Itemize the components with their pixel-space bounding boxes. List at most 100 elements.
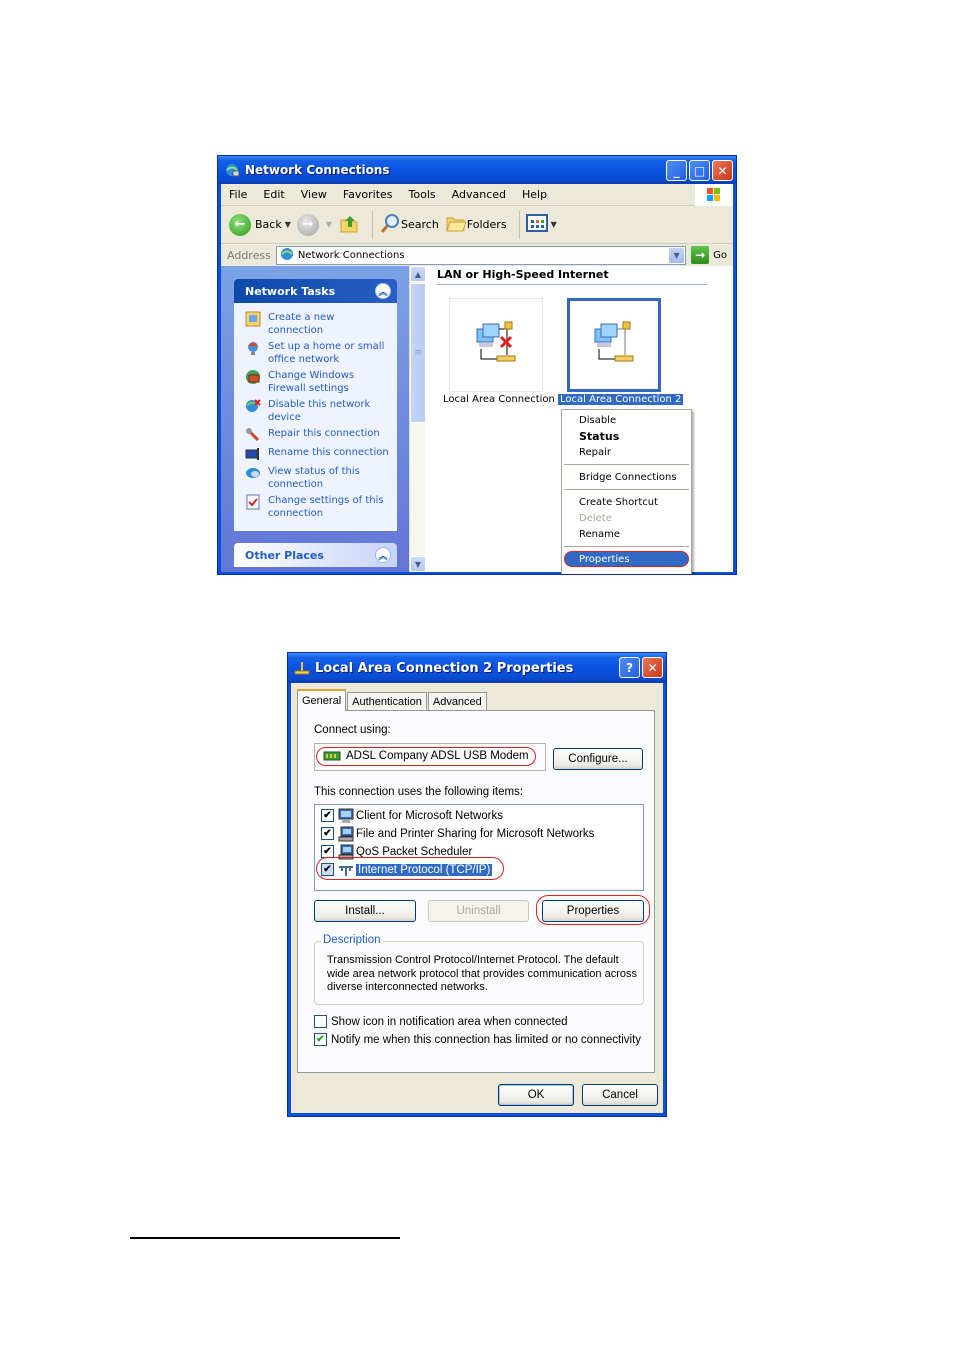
show-icon-option[interactable]: Show icon in notification area when conn…: [314, 1015, 568, 1028]
task-view-status[interactable]: View status of this connection: [245, 465, 391, 491]
ok-button[interactable]: OK: [498, 1084, 574, 1106]
menu-view[interactable]: View: [293, 188, 335, 201]
chevron-down-icon[interactable]: ▼: [326, 220, 332, 229]
help-button[interactable]: ?: [619, 657, 640, 678]
chevron-up-icon: ▲: [414, 269, 422, 279]
tab-general[interactable]: General: [297, 689, 347, 711]
up-folder-icon: [338, 212, 360, 237]
task-home-network[interactable]: Set up a home or small office network: [245, 340, 391, 366]
menu-separator: [564, 489, 689, 490]
menu-item-rename[interactable]: Rename: [562, 526, 691, 542]
components-list[interactable]: ✔ Client for Microsoft Networks ✔ File a…: [314, 804, 644, 891]
menu-advanced[interactable]: Advanced: [444, 188, 514, 201]
search-icon: [379, 212, 401, 237]
list-item-file-printer-sharing[interactable]: ✔ File and Printer Sharing for Microsoft…: [321, 825, 594, 842]
install-button[interactable]: Install...: [314, 900, 416, 922]
group-header: LAN or High-Speed Internet: [437, 268, 707, 285]
task-label: Rename this connection: [268, 447, 389, 458]
dialog-title-bar[interactable]: Local Area Connection 2 Properties ? ✕: [288, 653, 666, 683]
task-label: Disable this network device: [268, 399, 371, 423]
connection-label-lan1[interactable]: Local Area Connection: [443, 394, 555, 405]
menu-file[interactable]: File: [221, 188, 255, 201]
chevron-down-icon[interactable]: ▼: [285, 220, 291, 229]
device-field: ADSL Company ADSL USB Modem: [314, 743, 546, 771]
chevron-down-icon[interactable]: ▼: [551, 220, 557, 229]
go-button[interactable]: → Go: [691, 246, 727, 264]
notify-label: Notify me when this connection has limit…: [331, 1033, 642, 1046]
grip-icon: ≡: [414, 348, 422, 358]
close-icon: ✕: [647, 660, 658, 675]
task-label: Create a new connection: [268, 312, 335, 336]
minimize-button[interactable]: _: [666, 160, 687, 181]
menu-separator: [564, 546, 689, 547]
network-tasks-panel: Network Tasks ︽ Create a new connection …: [234, 279, 397, 531]
menu-favorites[interactable]: Favorites: [335, 188, 401, 201]
task-firewall[interactable]: Change Windows Firewall settings: [245, 369, 391, 395]
folders-button[interactable]: Folders: [445, 212, 507, 237]
search-button[interactable]: Search: [379, 212, 439, 237]
menu-item-bridge-connections[interactable]: Bridge Connections: [562, 469, 691, 485]
task-repair[interactable]: Repair this connection: [245, 427, 391, 443]
views-button[interactable]: ▼: [525, 214, 557, 235]
task-disable-device[interactable]: Disable this network device: [245, 398, 391, 424]
menu-item-status[interactable]: Status: [562, 428, 691, 444]
close-button[interactable]: ✕: [642, 657, 663, 678]
device-name: ADSL Company ADSL USB Modem: [346, 750, 529, 762]
collapse-chevron-up-icon[interactable]: ︽: [375, 283, 391, 299]
cancel-button[interactable]: Cancel: [582, 1084, 658, 1106]
connection-properties-dialog: Local Area Connection 2 Properties ? ✕ G…: [287, 652, 667, 1117]
tab-authentication[interactable]: Authentication: [347, 692, 427, 711]
menu-item-disable[interactable]: Disable: [562, 412, 691, 428]
menu-edit[interactable]: Edit: [255, 188, 292, 201]
menu-item-properties[interactable]: Properties: [564, 551, 689, 567]
task-rename[interactable]: Rename this connection: [245, 446, 391, 462]
network-tasks-header[interactable]: Network Tasks ︽: [234, 279, 397, 303]
task-label: View status of this connection: [268, 466, 360, 490]
address-input[interactable]: Network Connections ▼: [275, 245, 687, 265]
connection-tile-lan2[interactable]: [567, 298, 661, 392]
list-item-client-ms-networks[interactable]: ✔ Client for Microsoft Networks: [321, 807, 503, 824]
checkbox-checked[interactable]: ✔: [321, 809, 334, 822]
menu-help[interactable]: Help: [514, 188, 555, 201]
menu-item-repair[interactable]: Repair: [562, 444, 691, 460]
task-create-connection[interactable]: Create a new connection: [245, 311, 391, 337]
up-folder-button[interactable]: [338, 212, 360, 237]
close-icon: ✕: [717, 163, 728, 178]
network-client-computer-icon: [338, 808, 354, 824]
back-button[interactable]: ← Back ▼: [229, 213, 291, 236]
notify-option[interactable]: ✔ Notify me when this connection has lim…: [314, 1033, 641, 1046]
configure-button[interactable]: Configure...: [553, 748, 643, 770]
checkbox-unchecked[interactable]: [314, 1015, 327, 1028]
menu-tools[interactable]: Tools: [401, 188, 444, 201]
search-label: Search: [401, 218, 439, 231]
item-label: File and Printer Sharing for Microsoft N…: [356, 827, 595, 840]
other-places-header[interactable]: Other Places ︽: [234, 543, 397, 567]
tab-advanced[interactable]: Advanced: [427, 692, 487, 711]
maximize-button[interactable]: □: [689, 160, 710, 181]
network-connection-connected-icon: [589, 319, 639, 372]
checkbox-checked[interactable]: ✔: [321, 827, 334, 840]
address-label: Address: [227, 248, 271, 262]
new-connection-icon: [245, 311, 261, 327]
forward-arrow-icon: →: [296, 213, 319, 236]
scroll-up-button[interactable]: ▲: [410, 266, 426, 282]
settings-checklist-icon: [245, 494, 261, 510]
close-button[interactable]: ✕: [712, 160, 733, 181]
collapse-chevron-up-icon[interactable]: ︽: [375, 547, 391, 563]
chevron-down-icon[interactable]: ▼: [669, 247, 685, 263]
task-label: Repair this connection: [268, 428, 380, 439]
back-arrow-icon: ←: [229, 213, 251, 236]
windows-logo-icon: [695, 184, 733, 206]
title-bar[interactable]: Network Connections _ □ ✕: [218, 156, 736, 184]
task-change-settings[interactable]: Change settings of this connection: [245, 494, 391, 520]
scroll-thumb[interactable]: ≡: [410, 283, 426, 423]
checkbox-checked[interactable]: ✔: [314, 1033, 327, 1046]
scroll-down-button[interactable]: ▼: [410, 556, 426, 572]
sidebar-scrollbar[interactable]: ▲ ≡ ▼: [409, 266, 426, 572]
menu-item-create-shortcut[interactable]: Create Shortcut: [562, 494, 691, 510]
connection-tile-lan1[interactable]: [449, 298, 543, 392]
description-title: Description: [321, 934, 383, 946]
forward-button[interactable]: → ▼: [296, 213, 332, 236]
go-arrow-icon: →: [691, 246, 710, 264]
connection-label-lan2[interactable]: Local Area Connection 2: [558, 394, 684, 405]
